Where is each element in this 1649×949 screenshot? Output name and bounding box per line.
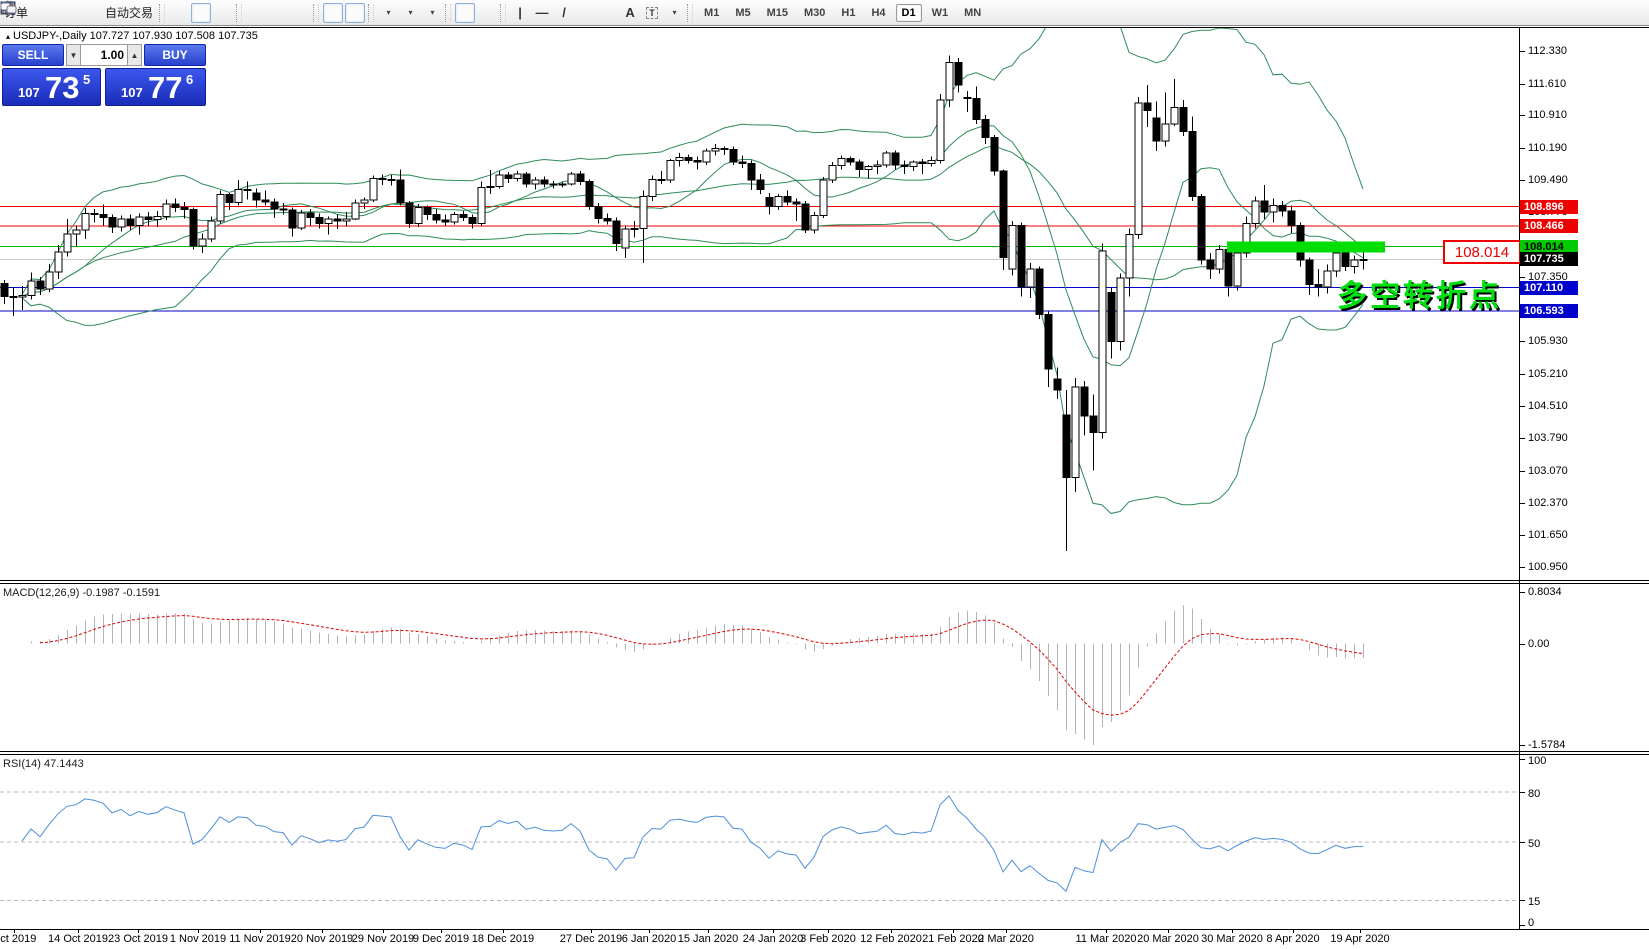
price-tick-label: 105.930 [1528,335,1588,347]
price-tick-mark [1519,277,1525,278]
rsi-tick-mark [1519,842,1525,843]
rsi-tick-mark [1519,925,1525,926]
price-tick-label: 104.510 [1528,400,1588,412]
price-tick-label: 103.070 [1528,465,1588,477]
rsi-tick-mark [1519,792,1525,793]
rsi-tick-label: 100 [1528,755,1588,767]
price-tag-107.735: 107.735 [1520,252,1578,266]
sell-price-prefix: 107 [18,85,40,100]
macd-tick-mark [1519,592,1525,593]
symbol-ohlc-text: USDJPY-,Daily 107.727 107.930 107.508 10… [13,30,258,42]
time-axis-label: 2 Mar 2020 [964,933,1048,945]
price-tick-mark [1519,406,1525,407]
buy-price-panel[interactable]: 107 77 6 [105,68,206,106]
rsi-tick-mark [1519,759,1525,760]
price-tick-label: 111.610 [1528,78,1588,90]
price-tick-mark [1519,148,1525,149]
price-tick-mark [1519,180,1525,181]
rsi-name: RSI(14) [3,758,41,770]
bollinger-layer [22,0,1363,513]
price-tick-mark [1519,471,1525,472]
price-tag-108.466: 108.466 [1520,219,1578,233]
price-tick-label: 101.650 [1528,529,1588,541]
price-tick-mark [1519,115,1525,116]
macd-label: MACD(12,26,9) -0.1987 -0.1591 [3,587,160,599]
price-tick-mark [1519,341,1525,342]
price-tick-mark [1519,535,1525,536]
macd-tick-label: 0.00 [1528,638,1588,650]
macd-layer [14,605,1364,745]
time-axis-label: 18 Dec 2019 [461,933,545,945]
rsi-tick-label: 50 [1528,838,1588,850]
pivot-annotation-text[interactable]: 多空转折点 [1337,271,1502,315]
price-tick-mark [1519,84,1525,85]
volume-input[interactable]: 1.00 [81,44,127,66]
volume-increase-button[interactable]: ▲ [127,44,142,66]
sell-price-panel[interactable]: 107 73 5 [2,68,101,106]
macd-name: MACD(12,26,9) [3,587,79,599]
buy-button[interactable]: BUY [144,44,206,66]
rsi-tick-label: 80 [1528,788,1588,800]
price-tick-label: 112.330 [1528,45,1588,57]
symbol-marker-icon: ▴ [6,32,10,41]
time-axis-label: 19 Apr 2020 [1318,933,1402,945]
price-tag-107.110: 107.110 [1520,281,1578,295]
volume-decrease-button[interactable]: ▼ [66,44,81,66]
macd-tick-label: -1.5784 [1528,739,1588,751]
chart-canvas[interactable] [0,0,1649,949]
price-annotation-box[interactable]: 108.014 [1443,240,1521,264]
price-tick-label: 110.190 [1528,142,1588,154]
green-bar-layer [1227,242,1385,253]
price-tick-mark [1519,51,1525,52]
rsi-tick-label: 15 [1528,896,1588,908]
sell-price-pip: 5 [83,72,90,87]
price-tick-label: 103.790 [1528,432,1588,444]
symbol-ohlc-line: ▴USDJPY-,Daily 107.727 107.930 107.508 1… [6,30,258,42]
rsi-tick-label: 0 [1528,917,1588,929]
price-tag-106.593: 106.593 [1520,304,1578,318]
rsi-label: RSI(14) 47.1443 [3,758,84,770]
buy-price-main: 77 [148,69,182,106]
price-tick-label: 100.950 [1528,561,1588,573]
macd-values: -0.1987 -0.1591 [82,587,160,599]
price-tick-label: 105.210 [1528,368,1588,380]
candles-layer [1,56,1367,552]
price-tag-108.896: 108.896 [1520,200,1578,214]
buy-price-pip: 6 [186,72,193,87]
rsi-layer [0,792,1519,900]
sell-button[interactable]: SELL [2,44,64,66]
price-tick-mark [1519,567,1525,568]
macd-tick-mark [1519,745,1525,746]
macd-tick-mark [1519,644,1525,645]
buy-price-prefix: 107 [121,85,143,100]
macd-tick-label: 0.8034 [1528,586,1588,598]
price-tick-mark [1519,503,1525,504]
price-tick-label: 102.370 [1528,497,1588,509]
rsi-tick-mark [1519,900,1525,901]
price-tick-mark [1519,438,1525,439]
price-tick-label: 110.910 [1528,109,1588,121]
sell-price-main: 73 [45,69,79,106]
price-tick-label: 109.490 [1528,174,1588,186]
mt4-window: 订单 自动交易 [0,0,1649,949]
price-tick-mark [1519,374,1525,375]
rsi-value: 47.1443 [44,758,84,770]
